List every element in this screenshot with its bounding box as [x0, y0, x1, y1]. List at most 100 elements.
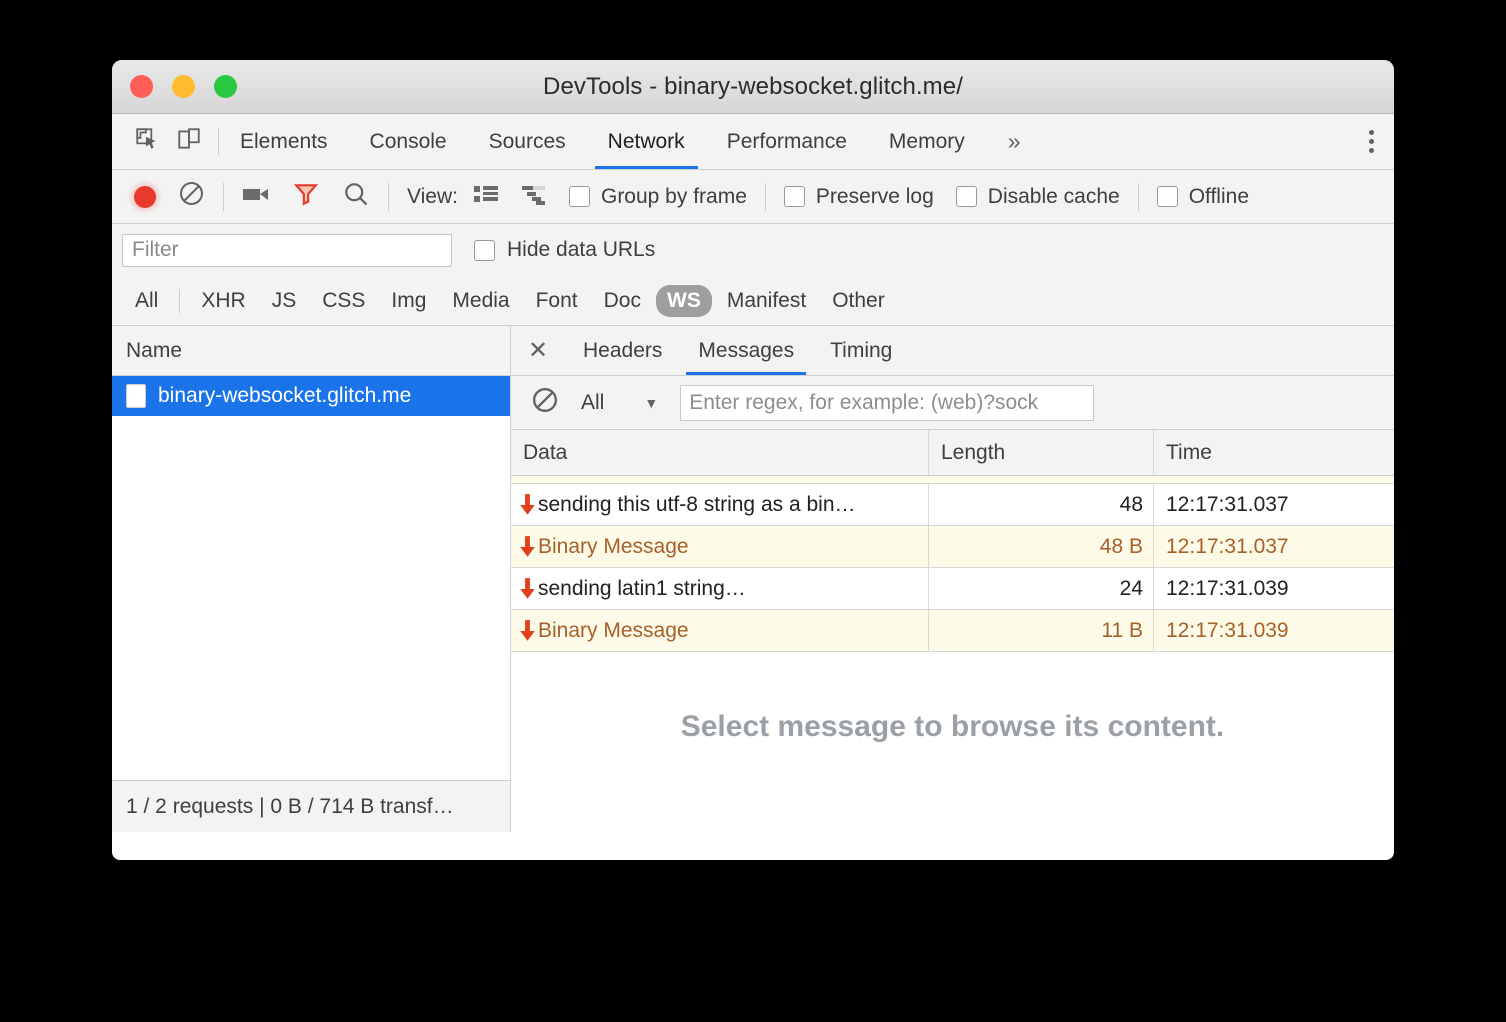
network-status-bar: 1 / 2 requests | 0 B / 714 B transf…	[112, 780, 510, 832]
search-icon[interactable]	[342, 180, 370, 214]
document-icon	[126, 384, 146, 408]
details-panel: ✕ Headers Messages Timing All ▼ Enter re…	[511, 326, 1394, 832]
type-filter-media[interactable]: Media	[441, 285, 520, 317]
column-header-data[interactable]: Data	[511, 430, 929, 475]
clear-messages-icon[interactable]	[531, 386, 559, 419]
request-row-binary-websocket[interactable]: binary-websocket.glitch.me	[112, 376, 510, 416]
message-length-cell: 48 B	[929, 526, 1154, 567]
preserve-log-box[interactable]	[784, 186, 805, 207]
tab-memory[interactable]: Memory	[868, 114, 986, 169]
type-filter-img[interactable]: Img	[380, 285, 437, 317]
kebab-menu-icon[interactable]	[1348, 130, 1394, 153]
message-data-text: sending this utf-8 string as a bin…	[538, 493, 856, 517]
message-data-cell: sending latin1 string…	[511, 568, 929, 609]
disable-cache-label: Disable cache	[988, 185, 1120, 209]
message-time-cell: 12:17:31.039	[1154, 568, 1394, 609]
message-length-cell: 48	[929, 484, 1154, 525]
network-toolbar: View: Group by frame	[112, 170, 1394, 224]
offline-label: Offline	[1189, 185, 1249, 209]
network-body: Name binary-websocket.glitch.me 1 / 2 re…	[112, 326, 1394, 832]
list-view-icon[interactable]	[473, 183, 499, 211]
camera-icon[interactable]	[242, 183, 270, 211]
message-time-cell: 12:17:31.037	[1154, 484, 1394, 525]
message-data-cell: sending this utf-8 string as a bin…	[511, 484, 929, 525]
devtools-window: DevTools - binary-websocket.glitch.me/	[112, 60, 1394, 860]
window-titlebar: DevTools - binary-websocket.glitch.me/	[112, 60, 1394, 114]
group-by-frame-checkbox[interactable]: Group by frame	[569, 185, 747, 209]
devtools-tabbar: Elements Console Sources Network Perform…	[112, 114, 1394, 170]
tab-network[interactable]: Network	[587, 114, 706, 169]
requests-column-header[interactable]: Name	[112, 326, 510, 376]
tabbar-right-group	[1347, 114, 1394, 169]
type-filter-divider	[179, 289, 180, 313]
regex-filter-input[interactable]: Enter regex, for example: (web)?sock	[680, 385, 1094, 421]
resource-type-filters: All XHR JS CSS Img Media Font Doc WS Man…	[112, 276, 1394, 326]
tab-elements[interactable]: Elements	[219, 114, 349, 169]
incoming-arrow-icon	[519, 620, 536, 642]
filter-bar: Filter Hide data URLs	[112, 224, 1394, 276]
group-by-frame-label: Group by frame	[601, 185, 747, 209]
message-data-text: Binary Message	[538, 619, 689, 643]
incoming-arrow-icon	[519, 494, 536, 516]
tab-console[interactable]: Console	[349, 114, 468, 169]
waterfall-view-icon[interactable]	[521, 183, 547, 211]
view-label: View:	[407, 185, 458, 209]
type-filter-all[interactable]: All	[124, 285, 169, 317]
incoming-arrow-icon	[519, 578, 536, 600]
panel-tabs: Elements Console Sources Network Perform…	[219, 114, 1347, 169]
message-row[interactable]: Binary Message 48 B 12:17:31.037	[511, 526, 1394, 568]
chevron-down-icon[interactable]: ▼	[644, 395, 658, 411]
message-data-text: sending latin1 string…	[538, 577, 746, 601]
message-length-cell: 24	[929, 568, 1154, 609]
filter-input[interactable]: Filter	[122, 234, 452, 267]
message-time-cell: 12:17:31.037	[1154, 526, 1394, 567]
group-by-frame-box[interactable]	[569, 186, 590, 207]
tab-performance[interactable]: Performance	[706, 114, 868, 169]
column-header-length[interactable]: Length	[929, 430, 1154, 475]
requests-panel: Name binary-websocket.glitch.me 1 / 2 re…	[112, 326, 511, 832]
message-row[interactable]: Binary Message 11 B 12:17:31.039	[511, 610, 1394, 652]
hide-data-urls-box[interactable]	[474, 240, 495, 261]
device-toolbar-icon[interactable]	[176, 126, 202, 157]
type-filter-js[interactable]: JS	[261, 285, 308, 317]
message-data-cell: Binary Message	[511, 610, 929, 651]
more-tabs-chevron-icon[interactable]: »	[986, 114, 1043, 169]
filter-funnel-icon[interactable]	[292, 181, 320, 213]
tab-timing[interactable]: Timing	[812, 326, 910, 375]
scrolled-row-sliver	[511, 476, 1394, 484]
inspect-element-icon[interactable]	[134, 126, 160, 157]
type-filter-font[interactable]: Font	[525, 285, 589, 317]
tab-headers[interactable]: Headers	[565, 326, 680, 375]
clear-icon[interactable]	[178, 180, 205, 213]
preserve-log-label: Preserve log	[816, 185, 934, 209]
message-row[interactable]: sending latin1 string… 24 12:17:31.039	[511, 568, 1394, 610]
record-button-icon[interactable]	[134, 186, 156, 208]
tab-sources[interactable]: Sources	[468, 114, 587, 169]
message-row[interactable]: sending this utf-8 string as a bin… 48 1…	[511, 484, 1394, 526]
hide-data-urls-checkbox[interactable]: Hide data URLs	[474, 238, 655, 262]
close-icon[interactable]: ✕	[511, 326, 565, 375]
hide-data-urls-label: Hide data URLs	[507, 238, 655, 262]
empty-state-message: Select message to browse its content.	[511, 652, 1394, 832]
disable-cache-box[interactable]	[956, 186, 977, 207]
type-filter-ws[interactable]: WS	[656, 285, 712, 317]
column-header-time[interactable]: Time	[1154, 430, 1394, 475]
type-filter-doc[interactable]: Doc	[593, 285, 652, 317]
type-filter-manifest[interactable]: Manifest	[716, 285, 817, 317]
type-filter-css[interactable]: CSS	[311, 285, 376, 317]
incoming-arrow-icon	[519, 536, 536, 558]
window-title: DevTools - binary-websocket.glitch.me/	[112, 73, 1394, 101]
request-name: binary-websocket.glitch.me	[158, 384, 411, 408]
offline-box[interactable]	[1157, 186, 1178, 207]
offline-checkbox[interactable]: Offline	[1157, 185, 1249, 209]
message-data-cell: Binary Message	[511, 526, 929, 567]
requests-empty-area	[112, 416, 510, 780]
message-filter-select[interactable]: All	[581, 391, 604, 415]
type-filter-xhr[interactable]: XHR	[190, 285, 256, 317]
preserve-log-checkbox[interactable]: Preserve log	[784, 185, 934, 209]
disable-cache-checkbox[interactable]: Disable cache	[956, 185, 1120, 209]
tab-messages[interactable]: Messages	[680, 326, 812, 375]
messages-table: Data Length Time sending this utf-8 stri…	[511, 430, 1394, 652]
type-filter-other[interactable]: Other	[821, 285, 896, 317]
details-tabs: ✕ Headers Messages Timing	[511, 326, 1394, 376]
